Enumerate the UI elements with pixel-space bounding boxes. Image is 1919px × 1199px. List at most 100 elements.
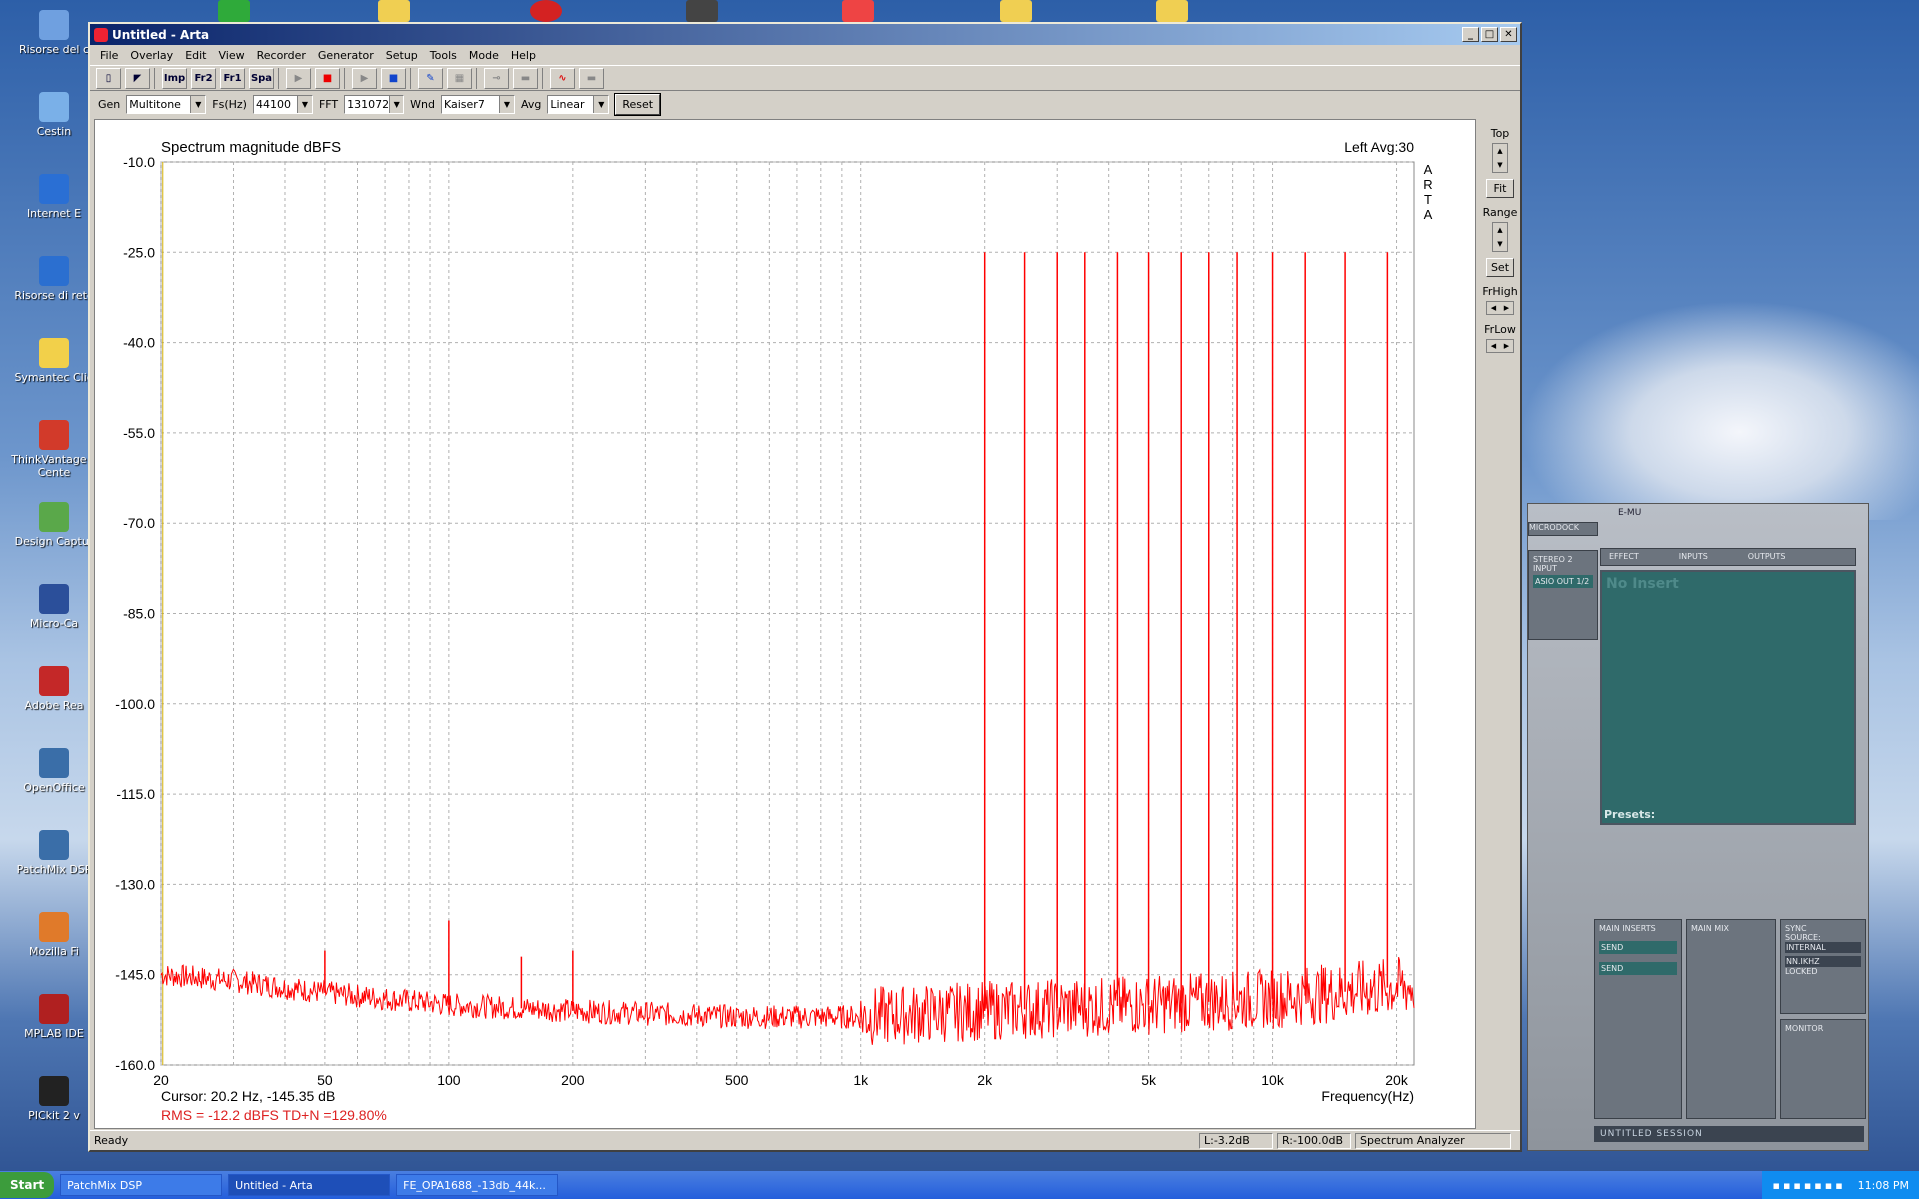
close-button[interactable]: ✕ (1500, 27, 1517, 42)
menu-generator[interactable]: Generator (312, 49, 380, 62)
desktop-icon-label: Internet E (26, 207, 82, 220)
frlow-spinner[interactable]: ◀ ▶ (1486, 339, 1514, 353)
grid-icon[interactable]: ▦ (447, 67, 472, 89)
desktop-icon[interactable]: Design Captur (8, 502, 100, 548)
desktop-icon[interactable]: Mozilla Fi (8, 912, 100, 958)
menu-overlay[interactable]: Overlay (124, 49, 179, 62)
send-slot-2[interactable]: SEND (1599, 962, 1677, 975)
stop-icon[interactable]: ■ (315, 67, 340, 89)
task-file[interactable]: FE_OPA1688_-13db_44k... (396, 1174, 559, 1196)
desktop-icon[interactable]: Micro-Ca (8, 584, 100, 630)
avg-select[interactable]: Linear ▼ (547, 94, 610, 114)
minimize-button[interactable]: _ (1462, 27, 1479, 42)
imp-mode-button[interactable]: Imp (162, 67, 187, 89)
open-file-icon[interactable]: ▯ (96, 67, 121, 89)
fit-button[interactable]: Fit (1486, 179, 1514, 198)
brand-letter: R (1423, 177, 1432, 192)
inputs-tab[interactable]: INPUTS (1679, 549, 1708, 565)
reset-button[interactable]: Reset (614, 92, 662, 116)
desktop-icon[interactable]: Internet E (8, 174, 100, 220)
main-inserts-section: MAIN INSERTS SEND SEND (1594, 919, 1682, 1119)
pdf-icon[interactable] (842, 0, 874, 22)
asio-label[interactable]: ASIO OUT 1/2 (1533, 575, 1593, 588)
chevron-down-icon[interactable]: ▼ (190, 95, 206, 113)
menu-help[interactable]: Help (505, 49, 542, 62)
samplerate-value[interactable]: NN.IKHZ (1785, 956, 1861, 967)
range-spinner[interactable]: ▲ ▼ (1492, 222, 1508, 252)
chevron-down-icon[interactable]: ▼ (296, 95, 312, 113)
send-slot-1[interactable]: SEND (1599, 941, 1677, 954)
desktop-icon[interactable]: Symantec Clie (8, 338, 100, 384)
task-patchmix[interactable]: PatchMix DSP (60, 1174, 223, 1196)
desktop-top-icon[interactable] (218, 0, 250, 22)
wave-icon[interactable]: ∿ (550, 67, 575, 89)
spectrum-chart[interactable]: -10.0 -25.0 -40.0 -55.0 -70.0 -85.0 -100.0 -115… (95, 120, 1475, 1128)
abc-icon[interactable]: ✎ (418, 67, 443, 89)
title-bar[interactable]: Untitled - Arta _ □ ✕ (90, 24, 1520, 45)
play-icon[interactable]: ▶ (286, 67, 311, 89)
desktop-icon[interactable]: Adobe Rea (8, 666, 100, 712)
app-icon (39, 338, 69, 368)
chevron-down-icon[interactable]: ▼ (593, 95, 609, 113)
chevron-down-icon[interactable]: ▼ (389, 95, 404, 113)
set-button[interactable]: Set (1486, 258, 1514, 277)
fs-select[interactable]: 44100 ▼ (252, 94, 313, 114)
status-bar: Ready L:-3.2dB R:-100.0dB Spectrum Analy… (90, 1130, 1520, 1150)
source-value[interactable]: INTERNAL (1785, 942, 1861, 953)
locked-label: LOCKED (1785, 967, 1818, 976)
app-icon (39, 830, 69, 860)
gen-select[interactable]: Multitone ▼ (126, 94, 207, 114)
app-icon (39, 174, 69, 204)
x-tick-label: 50 (317, 1072, 333, 1088)
drive-icon[interactable] (686, 0, 718, 22)
top-spinner[interactable]: ▲ ▼ (1492, 143, 1508, 173)
x-tick-label: 500 (725, 1072, 749, 1088)
monitor-section: MONITOR (1780, 1019, 1866, 1119)
desktop-icon[interactable]: Cestin (8, 92, 100, 138)
fft-select[interactable]: 131072 ▼ (344, 94, 405, 114)
x-tick-label: 1k (853, 1072, 869, 1088)
task-arta[interactable]: Untitled - Arta (228, 1174, 391, 1196)
menu-file[interactable]: File (94, 49, 124, 62)
desktop-icon[interactable]: PatchMix DSP (8, 830, 100, 876)
frhigh-spinner[interactable]: ◀ ▶ (1486, 301, 1514, 315)
folder-icon[interactable] (1156, 0, 1188, 22)
y-tick-label: -10.0 (123, 154, 155, 170)
outputs-tab[interactable]: OUTPUTS (1748, 549, 1786, 565)
avg-value: Linear (550, 97, 585, 111)
menu-recorder[interactable]: Recorder (251, 49, 312, 62)
probe-icon[interactable]: ⊸ (484, 67, 509, 89)
arrow-icon[interactable]: ◤ (125, 67, 150, 89)
menu-tools[interactable]: Tools (424, 49, 463, 62)
maximize-button[interactable]: □ (1481, 27, 1498, 42)
menu-mode[interactable]: Mode (463, 49, 505, 62)
folder-icon[interactable] (378, 0, 410, 22)
chevron-down-icon[interactable]: ▼ (498, 95, 514, 113)
folder-icon[interactable] (1000, 0, 1032, 22)
desktop-icon[interactable]: Risorse del c (8, 10, 100, 56)
play-icon[interactable]: ▶ (352, 67, 377, 89)
app-icon (39, 502, 69, 532)
effect-tab[interactable]: EFFECT (1609, 549, 1639, 565)
record-icon[interactable]: ▬ (579, 67, 604, 89)
desktop-icon[interactable]: MPLAB IDE (8, 994, 100, 1040)
spa-mode-button[interactable]: Spa (249, 67, 274, 89)
stop-icon[interactable]: ■ (381, 67, 406, 89)
desktop-icon[interactable]: PICkit 2 v (8, 1076, 100, 1122)
desktop-icon[interactable]: ThinkVantage P Cente (8, 420, 100, 479)
desktop-icon[interactable]: Risorse di rete (8, 256, 100, 302)
menu-view[interactable]: View (213, 49, 251, 62)
bar-icon[interactable]: ▬ (513, 67, 538, 89)
fft-label: FFT (318, 97, 339, 111)
menu-edit[interactable]: Edit (179, 49, 212, 62)
fr1-mode-button[interactable]: Fr1 (220, 67, 245, 89)
desktop-icon[interactable]: OpenOffice (8, 748, 100, 794)
wnd-select[interactable]: Kaiser7 ▼ (440, 94, 515, 114)
status-ready: Ready (94, 1134, 129, 1147)
menu-setup[interactable]: Setup (380, 49, 424, 62)
spectrum-plot-area[interactable]: -10.0 -25.0 -40.0 -55.0 -70.0 -85.0 -100.0 -115… (94, 119, 1476, 1129)
lock-icon[interactable] (530, 0, 562, 22)
tray-icons: ▪▪▪▪▪▪▪ (1772, 1178, 1846, 1192)
start-button[interactable]: Start (0, 1172, 55, 1198)
fr2-mode-button[interactable]: Fr2 (191, 67, 216, 89)
